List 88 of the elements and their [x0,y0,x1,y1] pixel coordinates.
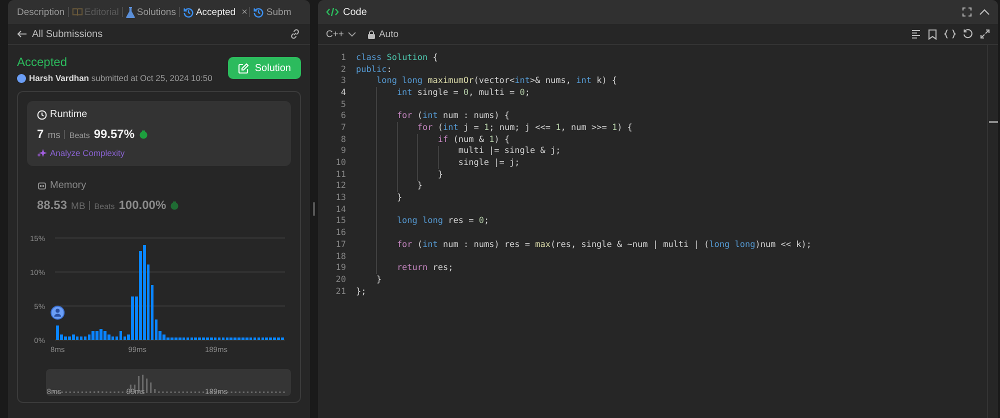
line-number: 16 [334,228,347,238]
reset-icon[interactable] [963,29,973,39]
line-number: 9 [340,146,347,156]
stat-unit: ms [48,130,60,141]
code-line: for (int num : nums) res = max(res, single & ~num | multi | (long long)num << k); [356,239,812,251]
history-icon [253,6,264,18]
solution-button[interactable]: Solution [228,57,301,79]
tab[interactable]: Description [14,0,68,24]
lock-icon [368,30,375,38]
tab[interactable]: Subm [250,0,294,24]
badge-icon [170,200,180,210]
stat-value: 7 [37,127,44,141]
line-number: 4 [340,88,347,98]
tab[interactable]: Solutions [122,0,179,24]
back-link[interactable]: All Submissions [32,28,103,40]
tab[interactable]: Accepted [180,0,239,24]
code-line: } [356,168,443,181]
flask-icon [126,6,135,18]
mode-label: Auto [378,28,399,40]
bookmark-icon[interactable] [928,28,937,40]
format-icon[interactable] [911,29,921,39]
line-number: 3 [340,76,347,86]
line-number: 21 [334,286,347,297]
code-line: for (int num : nums) { [356,110,510,122]
line-number: 12 [334,181,347,192]
clock-icon [37,110,47,120]
line-number: 19 [334,263,347,274]
line-number: 8 [340,134,347,145]
sparkle-icon [37,148,47,158]
code-line: class Solution { [356,52,438,64]
code-line: single |= j; [356,157,520,169]
code-line: return res; [356,262,454,274]
analyze-complexity-link[interactable]: Analyze Complexity [37,148,281,158]
line-number: 13 [334,193,347,204]
history-icon [182,6,194,18]
collapse-icon[interactable] [979,8,990,16]
beats-label: Beats [94,202,115,211]
line-number: 7 [340,122,347,133]
braces-icon[interactable] [944,29,956,39]
line-number: 2 [340,64,347,75]
stat-panel[interactable]: Memory 88.53 MB Beats 100.00% [27,172,291,220]
avatar-icon [17,74,26,82]
code-line: public: [356,64,392,76]
line-number: 14 [334,204,347,215]
back-arrow-icon[interactable] [17,30,27,38]
code-line: } [375,274,382,286]
line-number: 18 [334,252,347,262]
code-line: int single = 0, multi = 0; [356,87,530,99]
close-icon[interactable]: × [242,6,248,18]
code-line: } [356,180,423,192]
stat-title: Runtime [50,109,88,120]
code-line: long long res = 0; [356,216,490,228]
line-number: 15 [334,216,347,226]
line-number: 17 [334,240,347,250]
beats-value: 100.00% [118,198,166,212]
code-line: multi |= single & j; [356,146,561,158]
beats-label: Beats [69,131,90,140]
code-line: if (num & 1) { [356,134,510,146]
author-line: Harsh Vardhan submitted at Oct 25, 2024 10:50 [29,73,212,83]
beats-value: 99.57% [94,127,135,141]
line-number: 11 [334,170,347,180]
line-number: 6 [340,111,347,122]
line-number: 10 [334,158,347,168]
user-marker-icon [50,306,65,320]
edit-icon [238,62,249,74]
line-number: 5 [340,100,347,110]
panel-title: Code [343,6,367,18]
badge-icon [138,130,148,138]
status-text: Accepted [17,55,68,69]
code-line: long long maximumOr(vector<int>& nums, int k) { [375,75,618,88]
code-icon [326,7,339,17]
line-number: 20 [334,274,347,285]
code-line: }; [356,286,366,298]
code-line: for (int j = 1; num; j <<= 1, num >>= 1) { [356,122,632,134]
stat-title: Memory [50,180,86,191]
stat-unit: MB [71,201,86,212]
fullscreen-icon[interactable] [962,7,972,17]
link-icon[interactable] [289,28,301,40]
chip-icon [37,180,47,190]
stat-panel[interactable]: Runtime 7 ms Beats 99.57% Analyze Complexity [27,101,291,166]
language-dropdown[interactable]: C++ [326,28,356,40]
code-line: } [356,192,402,204]
scrollbar[interactable] [987,45,998,418]
stat-value: 88.53 [37,198,68,212]
line-number: 1 [340,52,347,63]
book-icon [72,7,83,17]
expand-icon[interactable] [980,29,990,39]
chevron-down-icon [348,32,356,36]
